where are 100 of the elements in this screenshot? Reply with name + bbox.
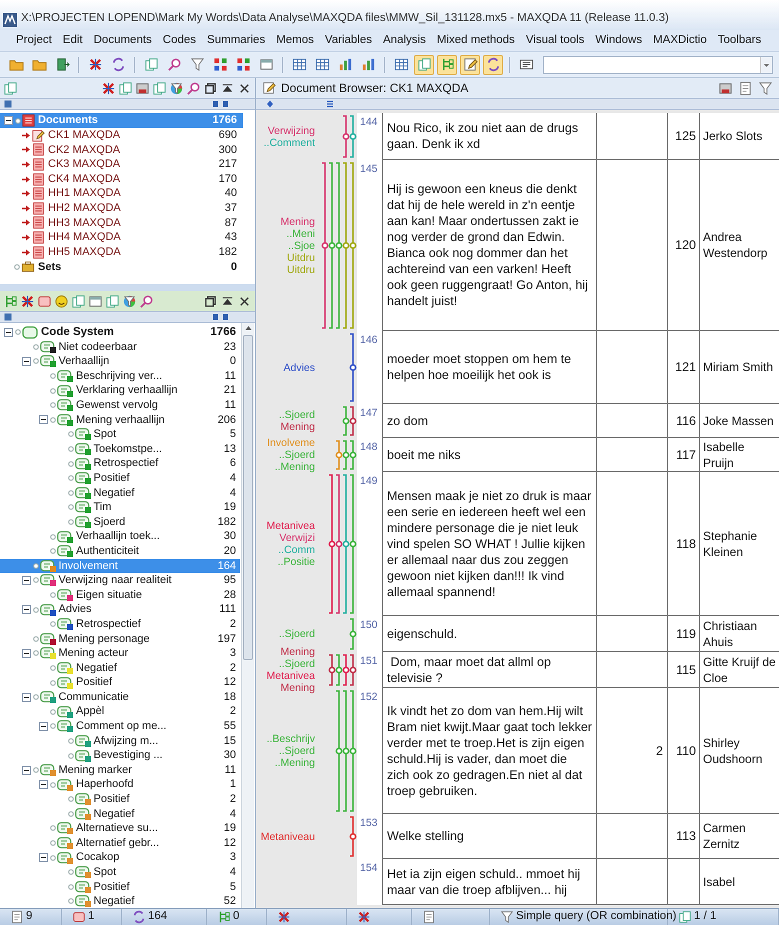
- tree-item[interactable]: Cocakop 3: [0, 850, 240, 865]
- tree-item[interactable]: CK1 MAXQDA 690: [0, 128, 243, 143]
- tree-item[interactable]: Negatief 52: [0, 894, 240, 908]
- restore-icon[interactable]: [203, 80, 218, 96]
- toolbar-button[interactable]: [460, 54, 480, 74]
- code-bracket[interactable]: [350, 618, 356, 650]
- tree-item[interactable]: Alternatief gebr... 12: [0, 836, 240, 850]
- tree-item[interactable]: Spot 4: [0, 864, 240, 880]
- menu-item[interactable]: Memos: [276, 32, 314, 50]
- tree-item[interactable]: Bevestiging ... 30: [0, 748, 240, 763]
- code-bracket[interactable]: [342, 406, 350, 436]
- color-wheel-icon[interactable]: [169, 80, 184, 96]
- tree-item[interactable]: Code System 1766: [0, 325, 240, 340]
- tree-item[interactable]: Niet codeerbaar 23: [0, 340, 240, 354]
- tree-item[interactable]: CK2 MAXQDA 300: [0, 142, 243, 158]
- tree-item[interactable]: HH3 MAXQDA 87: [0, 216, 243, 230]
- cross-icon[interactable]: [20, 294, 35, 308]
- memo-icon[interactable]: [37, 294, 52, 308]
- tree-item[interactable]: Verhaallijn 0: [0, 354, 240, 369]
- tree-item[interactable]: Positief 5: [0, 880, 240, 894]
- tree-item[interactable]: Beschrijving ver... 11: [0, 368, 240, 384]
- code-bracket[interactable]: [336, 440, 342, 470]
- search-icon[interactable]: [186, 80, 201, 96]
- code-bracket[interactable]: [336, 474, 342, 614]
- tree-item[interactable]: HH1 MAXQDA 40: [0, 186, 243, 201]
- tree-item[interactable]: Positief 12: [0, 675, 240, 690]
- tree-item[interactable]: Sjoerd 182: [0, 514, 240, 530]
- tree-item[interactable]: HH4 MAXQDA 43: [0, 230, 243, 245]
- tree-item[interactable]: Alternatieve su... 19: [0, 821, 240, 836]
- tree-item[interactable]: Appèl 2: [0, 704, 240, 720]
- toolbar-button[interactable]: [483, 54, 503, 74]
- tree-item[interactable]: Mening marker 11: [0, 762, 240, 778]
- pages-icon[interactable]: [3, 80, 18, 96]
- code-bracket[interactable]: [350, 333, 356, 402]
- tree-item[interactable]: Negatief 4: [0, 486, 240, 500]
- code-bracket[interactable]: [342, 440, 350, 470]
- pages-icon[interactable]: [105, 294, 120, 308]
- menu-item[interactable]: Visual tools: [526, 32, 584, 50]
- tree-item[interactable]: HH5 MAXQDA 182: [0, 244, 243, 260]
- smiley-icon[interactable]: [54, 294, 69, 308]
- collapse-toggle-icon[interactable]: [22, 576, 30, 585]
- collapse-toggle-icon[interactable]: [22, 692, 30, 702]
- search-icon[interactable]: [139, 294, 154, 308]
- tree-item[interactable]: Verwijzing naar realiteit 95: [0, 573, 240, 588]
- column-icon[interactable]: [211, 100, 231, 108]
- tree-item[interactable]: Retrospectief 2: [0, 616, 240, 632]
- menu-item[interactable]: Windows: [595, 32, 642, 50]
- collapse-toggle-icon[interactable]: [4, 116, 13, 125]
- pages-icon[interactable]: [71, 294, 86, 308]
- tree-item[interactable]: HH2 MAXQDA 37: [0, 200, 243, 216]
- collapse-toggle-icon[interactable]: [22, 766, 30, 775]
- page-icon[interactable]: [738, 80, 753, 96]
- tree-item[interactable]: Positief 2: [0, 792, 240, 807]
- tree-item[interactable]: Mening personage 197: [0, 631, 240, 646]
- collapse-toggle-icon[interactable]: [22, 605, 30, 614]
- tree-item[interactable]: Sets 0: [0, 259, 243, 274]
- tree-item[interactable]: Mening verhaallijn 206: [0, 412, 240, 428]
- code-bracket[interactable]: [322, 162, 328, 329]
- menu-item[interactable]: Codes: [162, 32, 196, 50]
- menu-item[interactable]: Mixed methods: [436, 32, 515, 50]
- code-bracket[interactable]: [350, 440, 356, 470]
- cross-icon[interactable]: [101, 80, 116, 96]
- menu-item[interactable]: Analysis: [383, 32, 426, 50]
- tree-item[interactable]: Comment op me... 55: [0, 719, 240, 734]
- list-icon[interactable]: [326, 100, 334, 108]
- tree-item[interactable]: Haperhoofd 1: [0, 777, 240, 792]
- tree-item[interactable]: Negatief 4: [0, 806, 240, 822]
- restore-icon[interactable]: [203, 294, 218, 308]
- code-bracket[interactable]: [328, 474, 336, 614]
- collapse-toggle-icon[interactable]: [39, 780, 48, 790]
- menu-item[interactable]: MAXDictio: [653, 32, 707, 50]
- menu-item[interactable]: Summaries: [207, 32, 266, 50]
- tree-item[interactable]: Verklaring verhaallijn 21: [0, 383, 240, 398]
- scrollbar[interactable]: [241, 323, 254, 908]
- menu-item[interactable]: Toolbars: [718, 32, 762, 50]
- tree-item[interactable]: Gewenst vervolg 11: [0, 398, 240, 413]
- code-bracket[interactable]: [350, 654, 356, 686]
- menu-item[interactable]: Variables: [324, 32, 372, 50]
- tree-item[interactable]: Communicatie 18: [0, 690, 240, 704]
- collapse-toggle-icon[interactable]: [39, 722, 48, 731]
- code-bracket[interactable]: [328, 654, 336, 686]
- save-icon[interactable]: [718, 80, 733, 96]
- collapse-toggle-icon[interactable]: [4, 328, 13, 337]
- menu-item[interactable]: Project: [16, 32, 52, 50]
- tree-item[interactable]: CK4 MAXQDA 170: [0, 172, 243, 186]
- code-bracket[interactable]: [336, 654, 342, 686]
- code-bracket[interactable]: [342, 654, 350, 686]
- collapse-toggle-icon[interactable]: [39, 853, 48, 862]
- tree-item[interactable]: Spot 5: [0, 427, 240, 442]
- code-bracket[interactable]: [350, 115, 356, 158]
- menu-item[interactable]: Documents: [94, 32, 152, 50]
- tree-item[interactable]: Toekomstpe... 13: [0, 442, 240, 456]
- tree-item[interactable]: Retrospectief 6: [0, 456, 240, 471]
- code-bracket[interactable]: [350, 816, 356, 857]
- code-bracket[interactable]: [350, 406, 356, 436]
- collapse-toggle-icon[interactable]: [39, 415, 48, 424]
- code-bracket[interactable]: [342, 115, 350, 158]
- tree-item[interactable]: Positief 4: [0, 470, 240, 486]
- tree-item[interactable]: Advies 111: [0, 602, 240, 617]
- tree-item[interactable]: Negatief 2: [0, 660, 240, 676]
